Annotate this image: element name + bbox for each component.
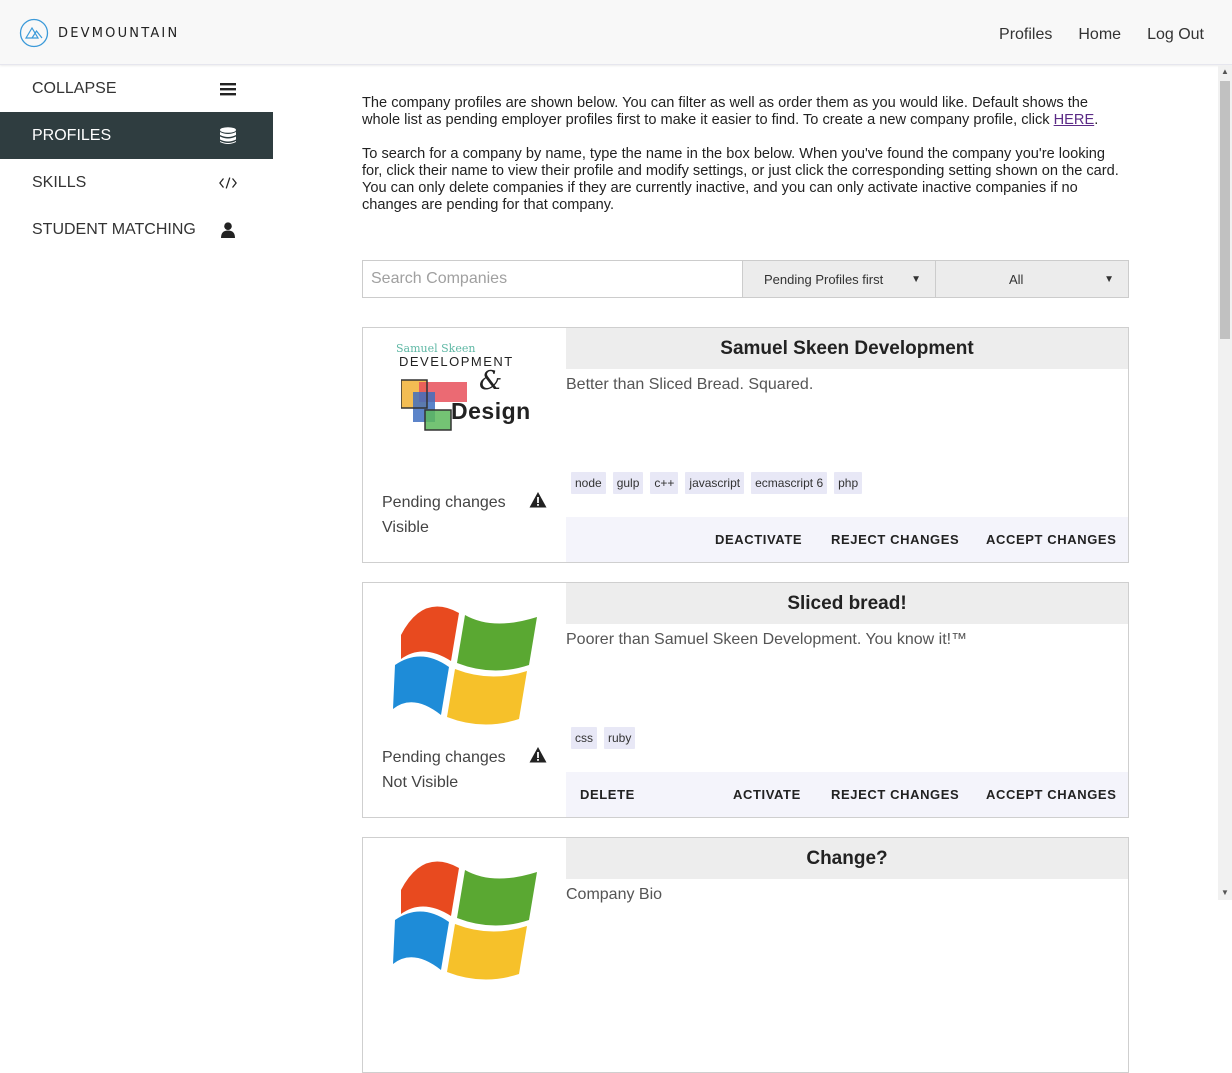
company-name[interactable]: Sliced bread! — [566, 583, 1128, 624]
nav-home-link[interactable]: Home — [1078, 26, 1121, 44]
logo-text-ampersand: & — [479, 366, 503, 396]
reject-changes-button[interactable]: REJECT CHANGES — [831, 532, 959, 547]
page-scrollbar[interactable]: ▲ ▼ — [1218, 65, 1232, 900]
brand-name: DEVMOUNTAIN — [58, 25, 180, 41]
company-name[interactable]: Change? — [566, 838, 1128, 879]
card-actions: DELETE ACTIVATE REJECT CHANGES ACCEPT CH… — [566, 772, 1128, 817]
hamburger-icon — [219, 80, 237, 98]
company-bio: Better than Sliced Bread. Squared. — [566, 376, 814, 393]
sort-select-value: Pending Profiles first — [764, 271, 884, 287]
filter-select[interactable]: All ▼ — [935, 261, 1128, 297]
card-logo-area: Pending changes Not Visible — [363, 583, 566, 817]
intro-text-1: The company profiles are shown below. Yo… — [362, 95, 1089, 128]
skill-tag: css — [571, 727, 597, 749]
activate-button[interactable]: ACTIVATE — [733, 787, 801, 802]
brand[interactable]: DEVMOUNTAIN — [19, 18, 179, 48]
card-body: Change? Company Bio — [566, 838, 1128, 1072]
database-icon — [219, 126, 237, 145]
intro-paragraph-1: The company profiles are shown below. Yo… — [362, 95, 1129, 129]
sidebar-item-label: SKILLS — [32, 173, 87, 191]
sidebar-item-label: COLLAPSE — [32, 79, 117, 97]
warning-icon — [529, 492, 547, 508]
card-actions: DEACTIVATE REJECT CHANGES ACCEPT CHANGES — [566, 517, 1128, 562]
card-logo-area — [363, 838, 566, 1072]
card-body: Sliced bread! Poorer than Samuel Skeen D… — [566, 583, 1128, 817]
card-logo-area: Samuel Skeen DEVELOPMENT & Design Pendin… — [363, 328, 566, 562]
scroll-down-icon[interactable]: ▼ — [1220, 888, 1230, 898]
scroll-up-icon[interactable]: ▲ — [1220, 67, 1230, 77]
sort-select[interactable]: Pending Profiles first ▼ — [742, 261, 935, 297]
company-logo[interactable]: Samuel Skeen DEVELOPMENT & Design — [393, 340, 537, 470]
intro-period: . — [1094, 112, 1099, 128]
visibility-status: Visible — [382, 519, 429, 536]
skill-tag: ruby — [604, 727, 636, 749]
deactivate-button[interactable]: DEACTIVATE — [715, 532, 802, 547]
top-navbar: DEVMOUNTAIN Profiles Home Log Out — [0, 0, 1232, 65]
card-status: Pending changes Not Visible — [382, 745, 506, 795]
company-card: Change? Company Bio — [362, 837, 1129, 1073]
company-bio: Company Bio — [566, 886, 663, 903]
company-bio: Poorer than Samuel Skeen Development. Yo… — [566, 631, 968, 648]
filter-bar: Pending Profiles first ▼ All ▼ — [362, 260, 1129, 298]
nav-profiles-link[interactable]: Profiles — [999, 26, 1052, 44]
scroll-thumb[interactable] — [1220, 81, 1230, 339]
sidebar-item-student-matching[interactable]: STUDENT MATCHING — [0, 206, 273, 253]
top-nav: Profiles Home Log Out — [999, 26, 1204, 44]
create-profile-link[interactable]: HERE — [1054, 112, 1095, 128]
sidebar-item-skills[interactable]: SKILLS — [0, 159, 273, 206]
company-card: Pending changes Not Visible Sliced bread… — [362, 582, 1129, 818]
windows-logo[interactable] — [393, 595, 537, 725]
filter-select-value: All — [1009, 271, 1024, 287]
skill-tag: php — [834, 472, 863, 494]
delete-button[interactable]: DELETE — [580, 787, 635, 802]
sidebar-item-label: STUDENT MATCHING — [32, 220, 196, 238]
caret-down-icon: ▼ — [911, 273, 921, 285]
skill-tag: javascript — [685, 472, 745, 494]
main-content: The company profiles are shown below. Yo… — [362, 95, 1129, 1073]
skill-tag: c++ — [650, 472, 679, 494]
intro-paragraph-2: To search for a company by name, type th… — [362, 146, 1119, 213]
pending-status: Pending changes — [382, 494, 506, 511]
skill-tag: ecmascript 6 — [751, 472, 828, 494]
visibility-status: Not Visible — [382, 774, 459, 791]
sidebar-item-label: PROFILES — [32, 126, 112, 144]
card-status: Pending changes Visible — [382, 490, 506, 540]
skill-tags: node gulp c++ javascript ecmascript 6 ph… — [571, 472, 863, 494]
company-card: Samuel Skeen DEVELOPMENT & Design Pendin… — [362, 327, 1129, 563]
sidebar-item-profiles[interactable]: PROFILES — [0, 112, 273, 159]
sidebar-item-collapse[interactable]: COLLAPSE — [0, 65, 273, 112]
skill-tag: gulp — [612, 472, 644, 494]
company-name[interactable]: Samuel Skeen Development — [566, 328, 1128, 369]
caret-down-icon: ▼ — [1104, 273, 1114, 285]
warning-icon — [529, 747, 547, 763]
mountain-logo-icon — [19, 18, 49, 48]
card-body: Samuel Skeen Development Better than Sli… — [566, 328, 1128, 562]
intro-text: The company profiles are shown below. Yo… — [362, 95, 1129, 214]
nav-logout-link[interactable]: Log Out — [1147, 26, 1204, 44]
windows-logo[interactable] — [393, 850, 537, 980]
reject-changes-button[interactable]: REJECT CHANGES — [831, 787, 959, 802]
user-icon — [219, 221, 237, 239]
sidebar: COLLAPSE PROFILES SKILLS STUDENT MATCHIN… — [0, 65, 273, 253]
pending-status: Pending changes — [382, 749, 506, 766]
skill-tag: node — [571, 472, 606, 494]
search-input[interactable] — [363, 261, 742, 297]
logo-text-design: Design — [451, 398, 531, 424]
skill-tags: css ruby — [571, 727, 636, 749]
accept-changes-button[interactable]: ACCEPT CHANGES — [986, 787, 1116, 802]
accept-changes-button[interactable]: ACCEPT CHANGES — [986, 532, 1116, 547]
code-icon — [219, 174, 237, 192]
